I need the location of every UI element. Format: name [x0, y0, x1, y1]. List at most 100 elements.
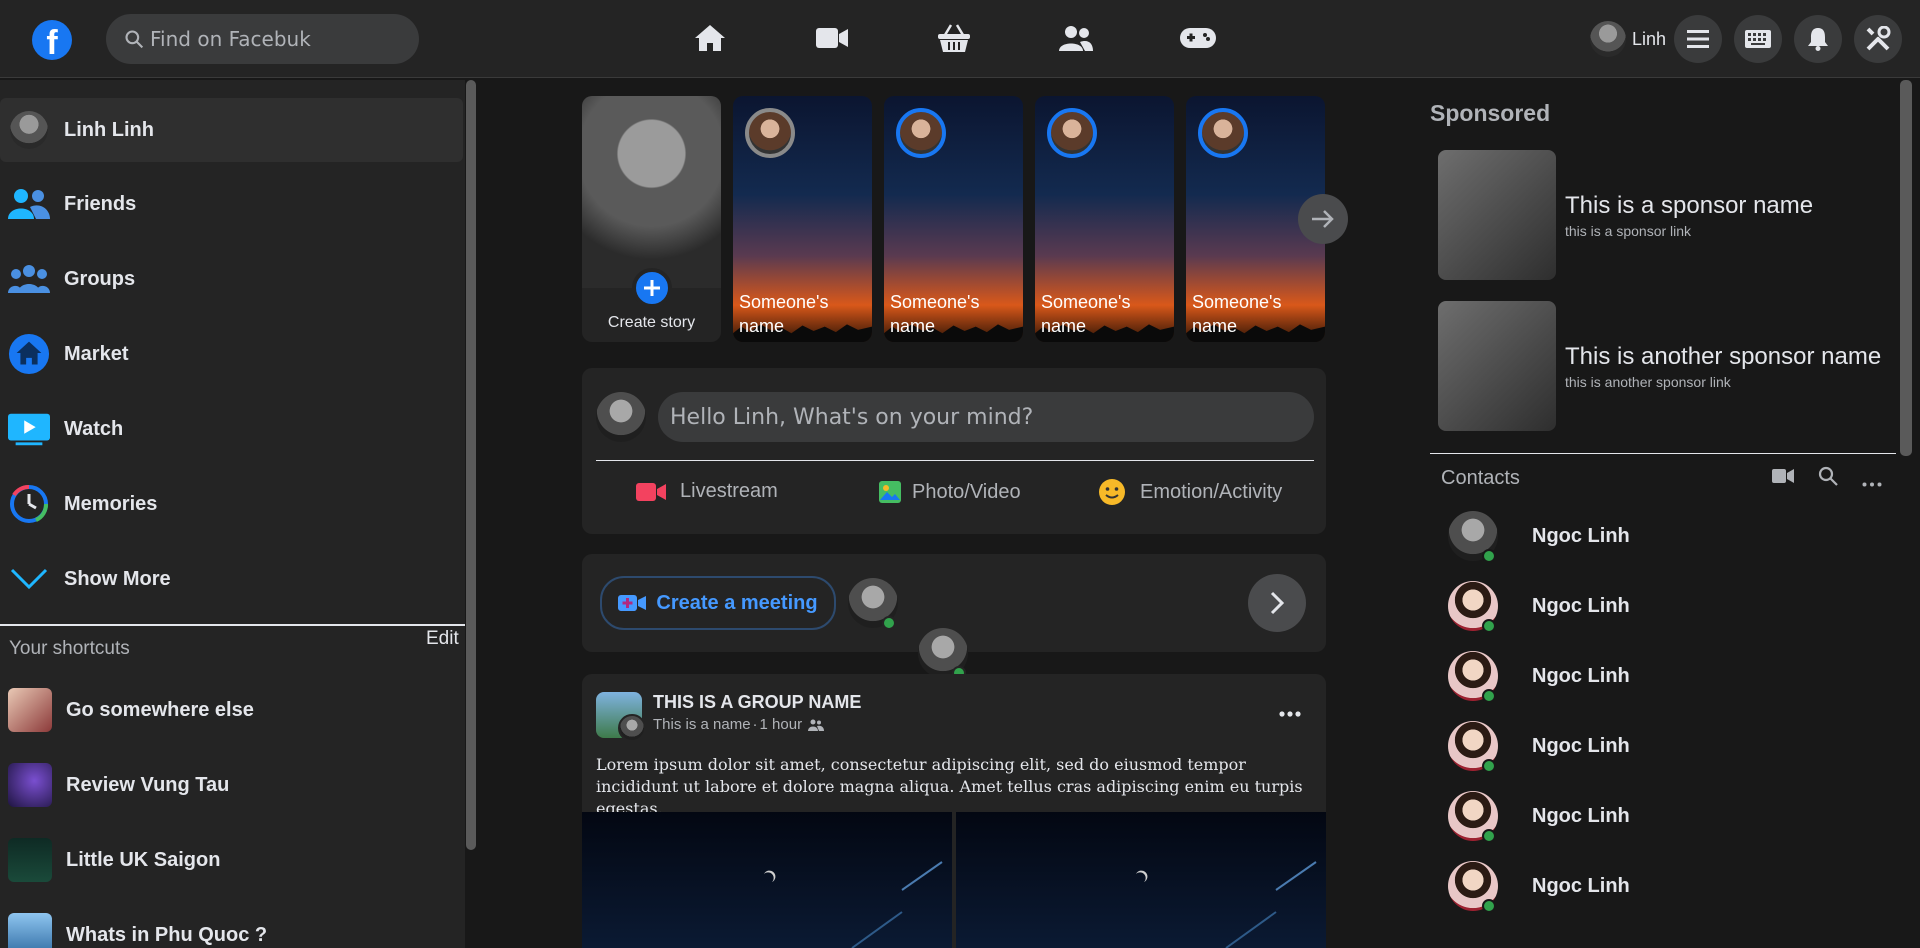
- contact-item[interactable]: Ngoc Linh: [1448, 721, 1630, 773]
- author-avatar: [618, 714, 646, 742]
- contact-item[interactable]: Ngoc Linh: [1448, 511, 1630, 563]
- friends-audience-icon: [808, 719, 825, 731]
- story-avatar: [745, 108, 795, 158]
- arrow-right-icon: [1312, 210, 1334, 228]
- post-card: THIS IS A GROUP NAME This is a name · 1 …: [582, 674, 1326, 948]
- shortcut-item[interactable]: Little UK Saigon: [0, 828, 463, 892]
- avatar: [596, 392, 646, 442]
- more-icon: [1279, 711, 1301, 717]
- contact-item[interactable]: Ngoc Linh: [1448, 581, 1630, 633]
- photo-icon: [879, 481, 901, 503]
- create-story-label: Create story: [607, 314, 696, 331]
- post-image[interactable]: [582, 812, 952, 948]
- search-bar[interactable]: [106, 14, 419, 64]
- story-avatar: [896, 108, 946, 158]
- avatar: [1590, 21, 1626, 57]
- sidebar-profile[interactable]: Linh Linh: [0, 98, 463, 162]
- tools-button[interactable]: [1854, 15, 1902, 63]
- shortcut-label: Little UK Saigon: [66, 848, 221, 871]
- home-icon[interactable]: [690, 20, 730, 56]
- avatar: [8, 109, 50, 151]
- story-card[interactable]: Someone's name: [733, 96, 872, 342]
- sponsor-card[interactable]: This is a sponsor name this is a sponsor…: [1438, 150, 1898, 282]
- shortcuts-edit-link[interactable]: Edit: [426, 628, 459, 650]
- facebook-logo[interactable]: f: [32, 20, 72, 60]
- search-input[interactable]: [150, 27, 410, 51]
- sponsor-card[interactable]: This is another sponsor name this is ano…: [1438, 301, 1898, 433]
- create-meeting-label: Create a meeting: [656, 591, 818, 614]
- sidebar-item-show-more[interactable]: Show More: [0, 547, 463, 611]
- create-story-card[interactable]: Create story: [582, 96, 721, 342]
- sidebar-divider: [0, 624, 465, 626]
- menu-icon: [1687, 30, 1709, 48]
- page-scrollbar[interactable]: [1900, 80, 1912, 456]
- create-meeting-button[interactable]: Create a meeting: [600, 576, 836, 630]
- sidebar-scrollbar[interactable]: [466, 80, 476, 850]
- keyboard-button[interactable]: [1734, 15, 1782, 63]
- livestream-button[interactable]: Livestream: [636, 480, 778, 503]
- sidebar-item-market[interactable]: Market: [0, 322, 463, 386]
- sidebar-item-memories[interactable]: Memories: [0, 472, 463, 536]
- contact-avatar: [1448, 791, 1498, 843]
- online-indicator: [1482, 759, 1496, 773]
- shortcuts-title: Your shortcuts: [9, 638, 130, 659]
- post-image[interactable]: [956, 812, 1326, 948]
- story-name: Someone's name: [1041, 292, 1131, 336]
- room-contact-avatar[interactable]: [918, 628, 968, 680]
- sponsored-title: Sponsored: [1430, 100, 1551, 126]
- sponsor-link: this is a sponsor link: [1565, 223, 1692, 239]
- contact-item[interactable]: Ngoc Linh: [1448, 791, 1630, 843]
- gaming-icon[interactable]: [1178, 20, 1218, 56]
- video-icon[interactable]: [812, 20, 852, 56]
- sidebar-item-friends[interactable]: Friends: [0, 172, 463, 236]
- profile-name: Linh: [1632, 28, 1667, 49]
- contact-avatar: [1448, 721, 1498, 773]
- group-avatar[interactable]: [596, 692, 646, 742]
- contact-item[interactable]: Ngoc Linh: [1448, 861, 1630, 913]
- bell-icon: [1808, 28, 1828, 51]
- post-group-name[interactable]: THIS IS A GROUP NAME: [653, 692, 861, 713]
- story-card[interactable]: Someone's name: [884, 96, 1023, 342]
- room-contact-avatar[interactable]: [848, 578, 898, 630]
- online-indicator: [1482, 619, 1496, 633]
- whats-on-your-mind-input[interactable]: [658, 392, 1314, 442]
- notifications-button[interactable]: [1794, 15, 1842, 63]
- plus-icon[interactable]: [632, 268, 672, 308]
- contact-item[interactable]: Ngoc Linh: [1448, 651, 1630, 703]
- chevron-down-icon: [8, 558, 50, 600]
- post-options-button[interactable]: [1272, 696, 1308, 732]
- stories-next-button[interactable]: [1298, 194, 1348, 244]
- sidebar-item-groups[interactable]: Groups: [0, 247, 463, 311]
- story-profile-image: [582, 96, 721, 288]
- shortcut-item[interactable]: Review Vung Tau: [0, 753, 463, 817]
- photo-video-label: Photo/Video: [912, 480, 1021, 503]
- menu-button[interactable]: [1674, 15, 1722, 63]
- photo-video-button[interactable]: Photo/Video: [878, 480, 1021, 504]
- post-time[interactable]: 1 hour: [760, 716, 803, 733]
- groups-icon[interactable]: [1056, 20, 1096, 56]
- shortcut-thumbnail: [8, 913, 52, 948]
- story-card[interactable]: Someone's name: [1035, 96, 1174, 342]
- sidebar-item-watch[interactable]: Watch: [0, 397, 463, 461]
- profile-chip[interactable]: Linh: [1590, 18, 1666, 60]
- contact-name: Ngoc Linh: [1532, 734, 1630, 757]
- online-indicator: [1482, 689, 1496, 703]
- shortcut-item[interactable]: Whats in Phu Quoc ?: [0, 903, 463, 948]
- post-author[interactable]: This is a name: [653, 716, 751, 733]
- emotion-activity-button[interactable]: Emotion/Activity: [1098, 478, 1282, 506]
- sidebar-item-label: Memories: [64, 492, 158, 515]
- contact-avatar: [1448, 511, 1498, 563]
- shortcut-label: Go somewhere else: [66, 698, 254, 721]
- marketplace-basket-icon[interactable]: [934, 20, 974, 56]
- left-sidebar: Linh Linh Friends Groups Market Watch Me…: [0, 80, 465, 948]
- contacts-more-icon[interactable]: [1862, 474, 1882, 492]
- sponsor-name: This is a sponsor name: [1565, 192, 1814, 219]
- rooms-next-button[interactable]: [1248, 574, 1306, 632]
- contacts-search-icon[interactable]: [1818, 466, 1838, 491]
- post-meta-separator: ·: [752, 716, 758, 733]
- story-avatar: [1047, 108, 1097, 158]
- contacts-video-icon[interactable]: [1772, 468, 1794, 489]
- groups-icon: [8, 258, 50, 300]
- contacts-title: Contacts: [1441, 467, 1520, 489]
- shortcut-item[interactable]: Go somewhere else: [0, 678, 463, 742]
